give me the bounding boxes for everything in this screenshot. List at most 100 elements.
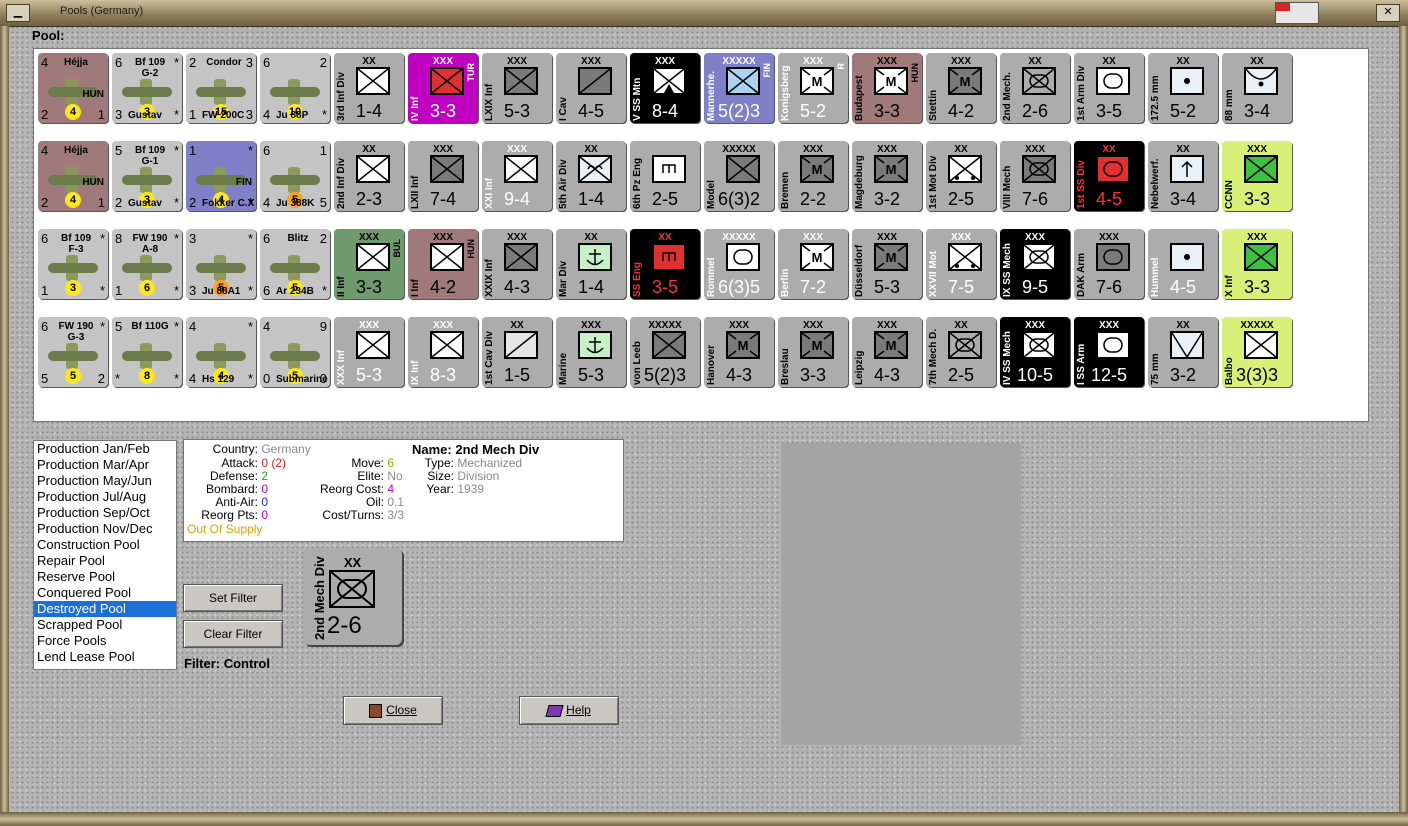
unit-counter[interactable]: XXX II Inf BUL 3-3 (334, 229, 404, 299)
pool-list-item[interactable]: Production Mar/Apr (34, 457, 176, 473)
unit-counter[interactable]: XX 5th Air Div 1-4 (556, 141, 626, 211)
engineer-symbol-icon (652, 155, 686, 183)
air-naval-counter[interactable]: 6 Bf 109 F-3 * 1 3 * (38, 229, 108, 299)
pool-list-item[interactable]: Reserve Pool (34, 569, 176, 585)
air-naval-counter[interactable]: 5 Bf 110G * * 8 * (112, 317, 182, 387)
unit-counter[interactable]: XX 7th Mech D. 2-5 (926, 317, 996, 387)
unit-counter[interactable]: XX 88 mm 3-4 (1222, 53, 1292, 123)
pool-counters-panel[interactable]: 4 Héjja HUN 2 4 1 6 Bf 109 G-2 * 3 3 * Gustav 2 Condor… (33, 48, 1369, 422)
air-naval-counter[interactable]: 6 2 4 10 * Ju 88P (260, 53, 330, 123)
unit-counter[interactable]: XXX DAK Arm 7-6 (1074, 229, 1144, 299)
unit-counter[interactable]: XXX IV Inf TUR 3-3 (408, 53, 478, 123)
air-naval-counter[interactable]: 6 FW 190 G-3 * 5 5 2 (38, 317, 108, 387)
unit-counter[interactable]: XXX M Konigsberg R 5-2 (778, 53, 848, 123)
pool-list-item[interactable]: Production May/Jun (34, 473, 176, 489)
pool-list-item[interactable]: Lend Lease Pool (34, 649, 176, 665)
minimize-button[interactable]: ▁ (6, 4, 30, 22)
unit-counter[interactable]: XXXXX Model 6(3)2 (704, 141, 774, 211)
unit-counter[interactable]: XX Mar Div 1-4 (556, 229, 626, 299)
counter-model: Fokker C.X (202, 198, 255, 209)
unit-counter[interactable]: XXX XXX Inf 5-3 (334, 317, 404, 387)
air-naval-counter[interactable]: 8 FW 190 A-8 * 1 6 * (112, 229, 182, 299)
unit-values: 9-4 (503, 189, 530, 209)
unit-counter[interactable]: XXX M Hanover 4-3 (704, 317, 774, 387)
close-button[interactable]: Close (343, 696, 443, 725)
air-naval-counter[interactable]: 2 Condor 3 1 15 3 FW 200C (186, 53, 256, 123)
unit-counter[interactable]: XXX LXIX Inf 5-3 (482, 53, 552, 123)
unit-counter[interactable]: XXX LXII Inf 7-4 (408, 141, 478, 211)
unit-counter[interactable]: XXX XXIX Inf 4-3 (482, 229, 552, 299)
unit-counter[interactable]: XX 172.5 mm 5-2 (1148, 53, 1218, 123)
unit-counter[interactable]: XXX I Cav 4-5 (556, 53, 626, 123)
unit-counter[interactable]: XXX M Budapest HUN 3-3 (852, 53, 922, 123)
pool-list-item[interactable]: Conquered Pool (34, 585, 176, 601)
unit-counter[interactable]: XX 75 mm 3-2 (1148, 317, 1218, 387)
unit-counter[interactable]: XXX Marine 5-3 (556, 317, 626, 387)
unit-counter[interactable]: XX 3rd Inf Div 1-4 (334, 53, 404, 123)
unit-counter[interactable]: XX 1st Mot Div 2-5 (926, 141, 996, 211)
unit-counter[interactable]: XXX IV SS Mech 10-5 (1000, 317, 1070, 387)
unit-counter[interactable]: XX Nebelwerf. 3-4 (1148, 141, 1218, 211)
air-naval-counter[interactable]: 6 1 4 5 5 Ju 388K (260, 141, 330, 211)
svg-text:M: M (886, 74, 897, 89)
pool-list[interactable]: Production Jan/Feb Production Mar/Apr Prod… (33, 440, 177, 670)
unit-counter[interactable]: XXXXX von Leeb 5(2)3 (630, 317, 700, 387)
unit-counter[interactable]: XXX V SS Mtn 8-4 (630, 53, 700, 123)
unit-counter[interactable]: 6th Pz Eng 2-5 (630, 141, 700, 211)
air-naval-counter[interactable]: 3 * 3 5 * Ju 88A1 (186, 229, 256, 299)
unit-counter[interactable]: XXX IX SS Mech 9-5 (1000, 229, 1070, 299)
air-naval-counter[interactable]: 1 * FIN 2 4 * Fokker C.X (186, 141, 256, 211)
pool-list-item[interactable]: Scrapped Pool (34, 617, 176, 633)
unit-counter[interactable]: XXXXX Rommel 6(3)5 (704, 229, 774, 299)
unit-nation-tag: TUR (466, 63, 476, 82)
unit-counter[interactable]: XXX IX Inf 8-3 (408, 317, 478, 387)
air-naval-counter[interactable]: 6 Blitz 2 6 5 * Ar 234B (260, 229, 330, 299)
clear-filter-button[interactable]: Clear Filter (183, 620, 283, 648)
pool-list-item[interactable]: Production Jul/Aug (34, 489, 176, 505)
set-filter-button[interactable]: Set Filter (183, 584, 283, 612)
unit-counter[interactable]: XX 2nd Inf Div 2-3 (334, 141, 404, 211)
air-naval-counter[interactable]: 5 Bf 109 G-1 * 2 3 * Gustav (112, 141, 182, 211)
unit-counter[interactable]: XXX I Inf HUN 4-2 (408, 229, 478, 299)
air-naval-counter[interactable]: 4 * 4 4 * Hs 129 (186, 317, 256, 387)
air-naval-counter[interactable]: 4 9 0 5 0 Submarine (260, 317, 330, 387)
air-naval-counter[interactable]: 4 Héjja HUN 2 4 1 (38, 141, 108, 211)
unit-counter[interactable]: XXX M Breslau 3-3 (778, 317, 848, 387)
unit-counter[interactable]: XXX M Stettin 4-2 (926, 53, 996, 123)
unit-counter[interactable]: XXX XXVII Mot 7-5 (926, 229, 996, 299)
unit-counter[interactable]: XXX M Leipzig 4-3 (852, 317, 922, 387)
air-naval-counter[interactable]: 4 Héjja HUN 2 4 1 (38, 53, 108, 123)
close-button-label: Close (386, 703, 417, 717)
counter-range-badge: 8 (139, 368, 155, 384)
unit-counter[interactable]: XX 1st Cav Div 1-5 (482, 317, 552, 387)
unit-counter[interactable]: XX 2nd Mech. 2-6 (1000, 53, 1070, 123)
pool-list-item[interactable]: Destroyed Pool (34, 601, 176, 617)
help-button[interactable]: Help (519, 696, 619, 725)
close-window-button[interactable]: ✕ (1376, 4, 1400, 22)
pool-list-item[interactable]: Repair Pool (34, 553, 176, 569)
pool-list-item[interactable]: Production Jan/Feb (34, 441, 176, 457)
unit-counter[interactable]: XX 1st Arm Div 3-5 (1074, 53, 1144, 123)
pool-list-item[interactable]: Production Sep/Oct (34, 505, 176, 521)
unit-counter[interactable]: XXX X Inf 3-3 (1222, 229, 1292, 299)
unit-counter[interactable]: Hummel 4-5 (1148, 229, 1218, 299)
unit-counter[interactable]: XX SS Eng 3-5 (630, 229, 700, 299)
pool-list-item[interactable]: Production Nov/Dec (34, 521, 176, 537)
unit-counter[interactable]: XXX I SS Arm 12-5 (1074, 317, 1144, 387)
pool-list-item[interactable]: Force Pools (34, 633, 176, 649)
unit-counter[interactable]: XX 1st SS Div 4-5 (1074, 141, 1144, 211)
unit-counter[interactable]: XXX XXI Inf 9-4 (482, 141, 552, 211)
unit-counter[interactable]: XXX M Bremen 2-2 (778, 141, 848, 211)
unit-counter[interactable]: XXXXX Balbo 3(3)3 (1222, 317, 1292, 387)
unit-counter[interactable]: XXXXX Mannerhe. FIN 5(2)3 (704, 53, 774, 123)
unit-counter[interactable]: XXX M Berlin 7-2 (778, 229, 848, 299)
pool-list-item[interactable]: Construction Pool (34, 537, 176, 553)
air-naval-counter[interactable]: 6 Bf 109 G-2 * 3 3 * Gustav (112, 53, 182, 123)
unit-values: 5-2 (799, 101, 826, 121)
unit-counter[interactable]: XXX M Düsseldorf 5-3 (852, 229, 922, 299)
unit-counter[interactable]: XXX M Magdeburg 3-2 (852, 141, 922, 211)
unit-values: 5(2)3 (643, 365, 687, 385)
unit-counter[interactable]: XXX CCNN 3-3 (1222, 141, 1292, 211)
counter-top-right: 2 (319, 231, 327, 246)
unit-counter[interactable]: XXX VIII Mech 7-6 (1000, 141, 1070, 211)
